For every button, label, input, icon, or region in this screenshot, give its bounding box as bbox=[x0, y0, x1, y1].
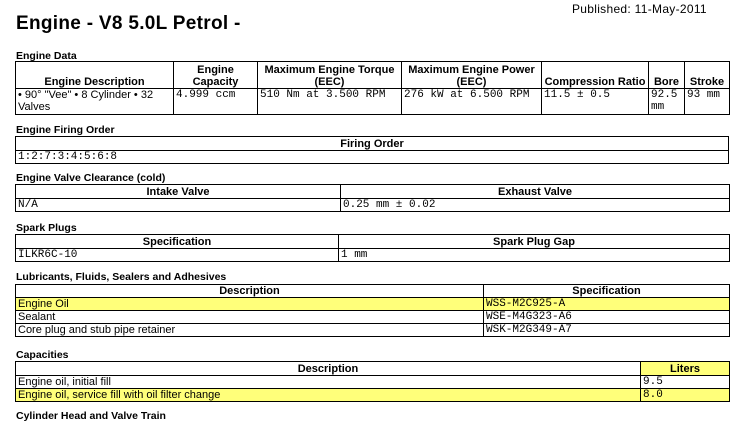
spark-plugs-heading: Spark Plugs bbox=[16, 222, 77, 234]
col-bore: Bore bbox=[648, 61, 685, 89]
col-capacity-description: Description bbox=[15, 361, 641, 376]
cell-lubricant-specification: WSE-M4G323-A6 bbox=[483, 310, 730, 324]
valve-clearance-heading: Engine Valve Clearance (cold) bbox=[16, 172, 166, 184]
page-title: Engine - V8 5.0L Petrol - bbox=[16, 13, 241, 34]
col-exhaust-valve: Exhaust Valve bbox=[340, 184, 730, 199]
cell-engine-capacity: 4.999 ccm bbox=[173, 88, 258, 115]
col-max-torque: Maximum Engine Torque (EEC) bbox=[257, 61, 402, 89]
col-spark-specification: Specification bbox=[15, 234, 339, 249]
col-engine-capacity: Engine Capacity bbox=[173, 61, 258, 89]
cell-exhaust-valve: 0.25 mm ± 0.02 bbox=[340, 198, 730, 212]
cell-lubricant-specification: WSK-M2G349-A7 bbox=[483, 323, 730, 337]
cell-firing-order: 1:2:7:3:4:5:6:8 bbox=[15, 150, 729, 164]
firing-order-heading: Engine Firing Order bbox=[16, 124, 115, 136]
col-lubricant-description: Description bbox=[15, 284, 484, 298]
lubricants-table: Description Specification Engine Oil WSS… bbox=[15, 284, 730, 337]
col-lubricant-specification: Specification bbox=[483, 284, 730, 298]
engine-data-table: Engine Description Engine Capacity Maxim… bbox=[15, 61, 730, 115]
table-row-highlighted: Engine oil, service fill with oil filter… bbox=[15, 388, 730, 402]
cell-stroke: 93 mm bbox=[684, 88, 730, 115]
cell-lubricant-description: Core plug and stub pipe retainer bbox=[15, 323, 484, 337]
cell-engine-description: • 90° "Vee" • 8 Cylinder • 32 Valves bbox=[15, 88, 174, 115]
col-engine-description: Engine Description bbox=[15, 61, 174, 89]
col-max-power: Maximum Engine Power (EEC) bbox=[401, 61, 542, 89]
table-row: Engine oil, initial fill 9.5 bbox=[15, 375, 730, 389]
cell-bore: 92.5 mm bbox=[648, 88, 685, 115]
cell-max-torque: 510 Nm at 3.500 RPM bbox=[257, 88, 402, 115]
col-firing-order: Firing Order bbox=[15, 136, 729, 151]
cell-intake-valve: N/A bbox=[15, 198, 341, 212]
col-intake-valve: Intake Valve bbox=[15, 184, 341, 199]
cell-liters: 9.5 bbox=[640, 375, 730, 389]
table-row: Core plug and stub pipe retainer WSK-M2G… bbox=[15, 323, 730, 337]
cell-capacity-description: Engine oil, service fill with oil filter… bbox=[15, 388, 641, 402]
cell-liters: 8.0 bbox=[640, 388, 730, 402]
cell-spark-specification: ILKR6C-10 bbox=[15, 248, 339, 262]
cylinder-head-heading: Cylinder Head and Valve Train bbox=[16, 410, 166, 422]
cell-spark-plug-gap: 1 mm bbox=[338, 248, 730, 262]
capacities-table: Description Liters Engine oil, initial f… bbox=[15, 361, 730, 402]
cell-lubricant-description: Engine Oil bbox=[15, 297, 484, 311]
capacities-heading: Capacities bbox=[16, 349, 69, 361]
cell-lubricant-specification: WSS-M2C925-A bbox=[483, 297, 730, 311]
col-compression-ratio: Compression Ratio bbox=[541, 61, 649, 89]
cell-compression-ratio: 11.5 ± 0.5 bbox=[541, 88, 649, 115]
cell-max-power: 276 kW at 6.500 RPM bbox=[401, 88, 542, 115]
table-row-highlighted: Engine Oil WSS-M2C925-A bbox=[15, 297, 730, 311]
lubricants-heading: Lubricants, Fluids, Sealers and Adhesive… bbox=[16, 271, 227, 283]
cell-lubricant-description: Sealant bbox=[15, 310, 484, 324]
valve-clearance-table: Intake Valve Exhaust Valve N/A 0.25 mm ±… bbox=[15, 184, 730, 212]
cell-capacity-description: Engine oil, initial fill bbox=[15, 375, 641, 389]
col-stroke: Stroke bbox=[684, 61, 730, 89]
col-liters: Liters bbox=[640, 361, 730, 376]
published-date: Published: 11-May-2011 bbox=[572, 2, 707, 16]
firing-order-table: Firing Order 1:2:7:3:4:5:6:8 bbox=[15, 136, 729, 164]
spark-plugs-table: Specification Spark Plug Gap ILKR6C-10 1… bbox=[15, 234, 730, 262]
table-row: Sealant WSE-M4G323-A6 bbox=[15, 310, 730, 324]
col-spark-plug-gap: Spark Plug Gap bbox=[338, 234, 730, 249]
